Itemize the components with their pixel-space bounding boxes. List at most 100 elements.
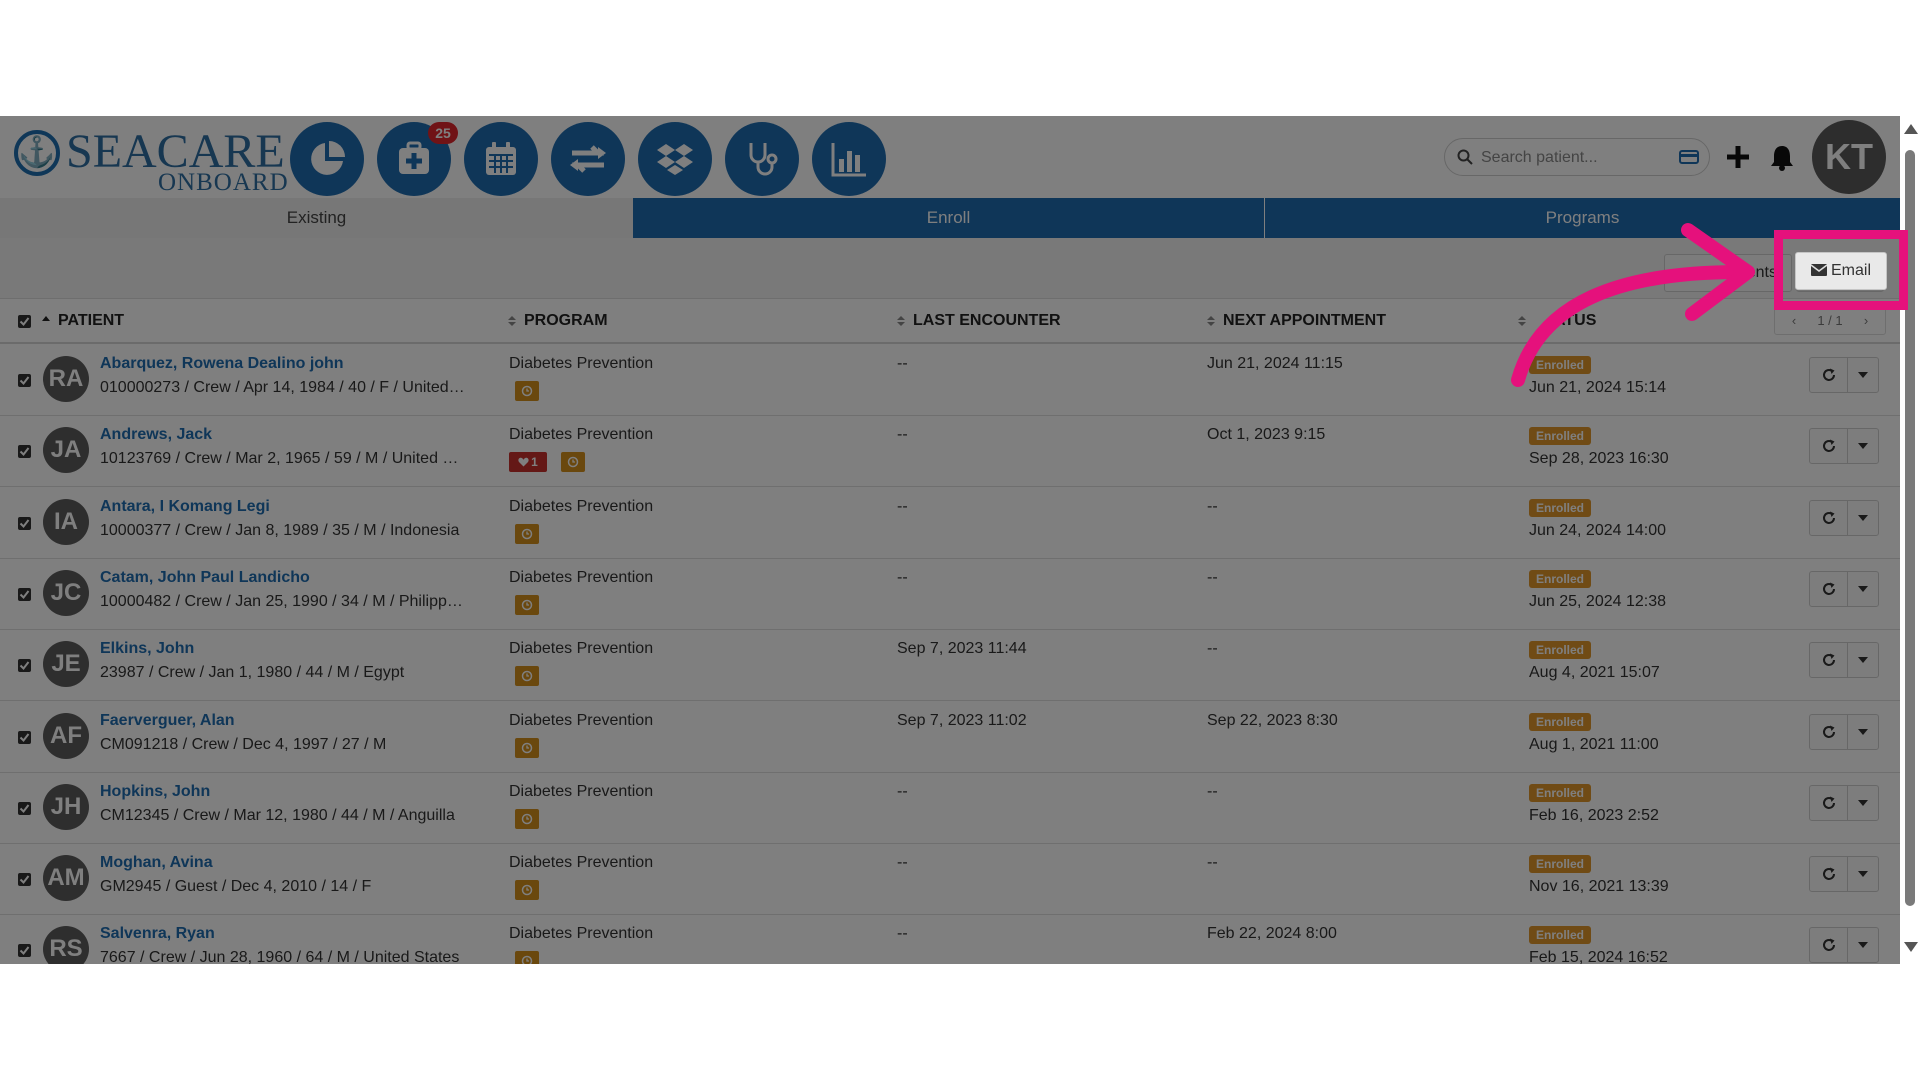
- bell-icon[interactable]: [1768, 143, 1796, 171]
- status-date: Feb 16, 2023 2:52: [1529, 806, 1659, 824]
- row-checkbox[interactable]: [18, 587, 31, 601]
- refresh-button[interactable]: [1810, 643, 1848, 678]
- row-checkbox[interactable]: [18, 516, 31, 530]
- refresh-button[interactable]: [1810, 500, 1848, 535]
- row-checkbox[interactable]: [18, 730, 31, 744]
- add-icon[interactable]: [1724, 143, 1752, 171]
- seacare-logo[interactable]: ⚓ SEACARE ONBOARD: [14, 124, 288, 196]
- table-row[interactable]: JE Elkins, John 23987 / Crew / Jan 1, 1980…: [0, 630, 1900, 702]
- nav-transfer-button[interactable]: [551, 122, 625, 196]
- pending-clock-badge[interactable]: [515, 808, 539, 829]
- nav-dashboard-button[interactable]: [290, 122, 364, 196]
- row-checkbox[interactable]: [18, 944, 31, 958]
- nav-calendar-button[interactable]: [464, 122, 538, 196]
- status-badge: Enrolled: [1529, 783, 1592, 802]
- next-appointment: Jun 21, 2024 11:15: [1207, 355, 1343, 372]
- row-checkbox[interactable]: [18, 801, 31, 815]
- refresh-button[interactable]: [1810, 928, 1848, 963]
- row-actions: [1809, 357, 1879, 393]
- chevron-down-icon: [1858, 871, 1868, 878]
- pending-clock-badge[interactable]: [515, 594, 539, 615]
- program-name: Diabetes Prevention: [509, 568, 654, 586]
- patient-details: 7667 / Crew / Jun 28, 1960 / 64 / M / Un…: [100, 949, 460, 964]
- row-menu-dropdown[interactable]: [1848, 429, 1878, 463]
- row-menu-dropdown[interactable]: [1848, 572, 1878, 606]
- program-badges: [509, 951, 547, 964]
- patient-name-link[interactable]: Elkins, John: [100, 640, 194, 658]
- last-encounter: --: [897, 925, 908, 943]
- pending-clock-badge[interactable]: [515, 880, 539, 901]
- refresh-icon: [1823, 725, 1835, 738]
- patient-name-link[interactable]: Andrews, Jack: [100, 426, 212, 444]
- tab-enroll[interactable]: Enroll: [633, 198, 1265, 238]
- table-row[interactable]: JH Hopkins, John CM12345 / Crew / Mar 12, …: [0, 772, 1900, 844]
- pending-clock-badge[interactable]: [515, 523, 539, 544]
- row-menu-dropdown[interactable]: [1848, 358, 1878, 392]
- page-next-button[interactable]: ›: [1848, 308, 1884, 334]
- id-card-icon[interactable]: [1679, 149, 1699, 165]
- column-header-next-appointment[interactable]: NEXT APPOINTMENT: [1207, 299, 1386, 342]
- select-all-checkbox[interactable]: [18, 315, 31, 328]
- scroll-down-arrow[interactable]: [1904, 942, 1918, 952]
- tab-existing[interactable]: Existing: [0, 198, 633, 238]
- table-row[interactable]: AF Faerverguer, Alan CM091218 / Crew / Dec…: [0, 701, 1900, 773]
- pending-clock-badge[interactable]: [515, 737, 539, 758]
- row-menu-dropdown[interactable]: [1848, 501, 1878, 535]
- refresh-button[interactable]: [1810, 857, 1848, 892]
- sort-icon: [897, 315, 905, 326]
- column-header-patient[interactable]: PATIENT: [42, 299, 124, 342]
- table-row[interactable]: JA Andrews, Jack 10123769 / Crew / Mar 2, …: [0, 416, 1900, 488]
- next-appointment: --: [1207, 854, 1218, 872]
- status-badge: Enrolled: [1529, 926, 1592, 945]
- status-badge: Enrolled: [1529, 427, 1592, 446]
- row-menu-dropdown[interactable]: [1848, 928, 1878, 962]
- refresh-button[interactable]: [1810, 429, 1848, 464]
- pending-clock-badge[interactable]: [561, 452, 585, 473]
- table-row[interactable]: RS Salvenra, Ryan 7667 / Crew / Jun 28, 19…: [0, 915, 1900, 964]
- table-row[interactable]: JC Catam, John Paul Landicho 10000482 / Cr…: [0, 558, 1900, 630]
- heart-risk-badge[interactable]: 1: [509, 452, 547, 473]
- clock-icon: [521, 670, 533, 682]
- nav-stethoscope-button[interactable]: [725, 122, 799, 196]
- column-header-last-encounter[interactable]: LAST ENCOUNTER: [897, 299, 1061, 342]
- nav-dropbox-button[interactable]: [638, 122, 712, 196]
- row-menu-dropdown[interactable]: [1848, 857, 1878, 891]
- pending-clock-badge[interactable]: [515, 666, 539, 687]
- refresh-button[interactable]: [1810, 358, 1848, 392]
- column-header-program[interactable]: PROGRAM: [508, 299, 608, 342]
- user-avatar[interactable]: KT: [1812, 120, 1886, 194]
- row-checkbox[interactable]: [18, 873, 31, 887]
- table-row[interactable]: AM Moghan, Avina GM2945 / Guest / Dec 4, 2…: [0, 844, 1900, 916]
- nav-reports-button[interactable]: [812, 122, 886, 196]
- search-input[interactable]: [1479, 144, 1673, 172]
- patient-name-link[interactable]: Abarquez, Rowena Dealino john: [100, 355, 344, 373]
- patient-name-link[interactable]: Faerverguer, Alan: [100, 712, 235, 730]
- row-actions: [1809, 713, 1879, 750]
- patient-avatar: JA: [43, 427, 89, 474]
- logo-sub-text: ONBOARD: [158, 169, 289, 196]
- row-checkbox[interactable]: [18, 659, 31, 673]
- clock-icon: [567, 457, 579, 468]
- refresh-button[interactable]: [1810, 785, 1848, 820]
- table-row[interactable]: IA Antara, I Komang Legi 10000377 / Crew /…: [0, 487, 1900, 559]
- patient-name-link[interactable]: Hopkins, John: [100, 783, 210, 801]
- pending-clock-badge[interactable]: [515, 951, 539, 964]
- chevron-down-icon: [1858, 799, 1868, 806]
- email-button-highlighted[interactable]: Email: [1795, 252, 1887, 290]
- patient-name-link[interactable]: Catam, John Paul Landicho: [100, 569, 310, 587]
- row-menu-dropdown[interactable]: [1848, 786, 1878, 820]
- status-date: Feb 15, 2024 16:52: [1529, 949, 1668, 964]
- refresh-button[interactable]: [1810, 571, 1848, 606]
- patient-name-link[interactable]: Moghan, Avina: [100, 854, 213, 872]
- row-menu-dropdown[interactable]: [1848, 643, 1878, 677]
- row-checkbox[interactable]: [18, 445, 31, 459]
- row-menu-dropdown[interactable]: [1848, 715, 1878, 749]
- status-badge: Enrolled: [1529, 569, 1592, 588]
- patient-name-link[interactable]: Salvenra, Ryan: [100, 925, 215, 943]
- pending-clock-badge[interactable]: [515, 381, 539, 401]
- pie-chart-icon: [311, 141, 345, 175]
- row-checkbox[interactable]: [18, 374, 31, 387]
- scroll-up-arrow[interactable]: [1904, 124, 1918, 134]
- refresh-button[interactable]: [1810, 714, 1848, 749]
- patient-name-link[interactable]: Antara, I Komang Legi: [100, 498, 270, 516]
